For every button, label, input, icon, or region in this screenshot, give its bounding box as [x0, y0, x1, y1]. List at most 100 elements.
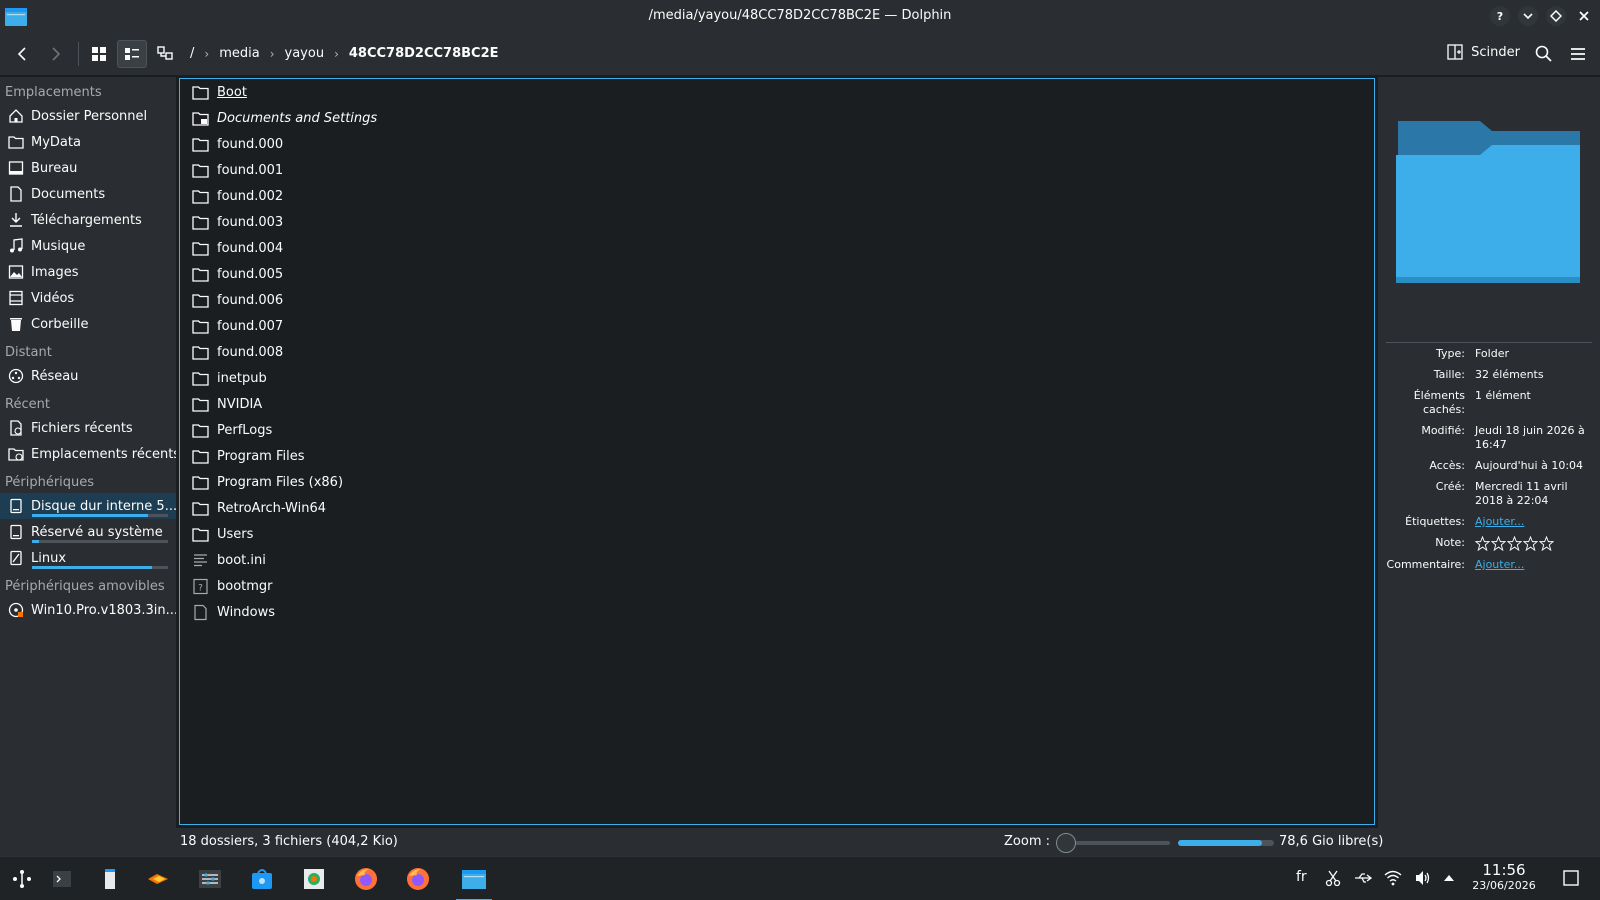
close-button[interactable]: [1574, 6, 1594, 26]
icons-view-button[interactable]: [84, 40, 114, 68]
breadcrumb-media[interactable]: media: [213, 46, 266, 61]
star-icon[interactable]: [1507, 536, 1522, 551]
folder-icon: [192, 527, 209, 542]
folder-icon: [192, 371, 209, 386]
taskbar-retroarch[interactable]: [144, 865, 172, 893]
search-icon[interactable]: [1534, 44, 1554, 64]
split-label: Scinder: [1471, 44, 1520, 60]
file-row[interactable]: found.001: [180, 157, 1374, 183]
taskbar-firefox-2[interactable]: [404, 865, 432, 893]
sidebar-item-recent-files[interactable]: Fichiers récents: [0, 415, 176, 441]
file-row[interactable]: found.008: [180, 339, 1374, 365]
minimize-button[interactable]: [1518, 6, 1538, 26]
file-row[interactable]: found.003: [180, 209, 1374, 235]
clipboard-scissors-icon[interactable]: [1324, 869, 1342, 887]
taskbar-discover[interactable]: [248, 865, 276, 893]
star-icon[interactable]: [1491, 536, 1506, 551]
sidebar-item-trash[interactable]: Corbeille: [0, 311, 176, 337]
file-row[interactable]: Documents and Settings: [180, 105, 1374, 131]
folder-icon: [192, 293, 209, 308]
arrow-left-icon: [17, 47, 26, 61]
file-row[interactable]: NVIDIA: [180, 391, 1374, 417]
drive-usage-bar: [32, 540, 168, 543]
compact-view-button[interactable]: [117, 40, 147, 68]
file-name: found.004: [217, 240, 284, 256]
keyboard-layout-indicator[interactable]: fr: [1296, 869, 1307, 885]
tray-expand-icon[interactable]: [1442, 869, 1456, 887]
sidebar-item-documents[interactable]: Documents: [0, 181, 176, 207]
metadata-value: 1 élément: [1475, 389, 1531, 402]
file-row[interactable]: PerfLogs: [180, 417, 1374, 443]
rating-stars[interactable]: [1475, 536, 1591, 551]
volume-icon[interactable]: [1414, 869, 1432, 887]
details-view-button[interactable]: [150, 40, 180, 68]
forward-button[interactable]: [40, 40, 70, 68]
file-row[interactable]: found.007: [180, 313, 1374, 339]
zoom-slider-handle[interactable]: [1056, 833, 1076, 853]
file-row[interactable]: ? bootmgr: [180, 573, 1374, 599]
wifi-icon[interactable]: [1384, 869, 1402, 887]
file-row[interactable]: found.006: [180, 287, 1374, 313]
sidebar-item-system-reserved[interactable]: Réservé au système: [0, 519, 176, 545]
star-icon[interactable]: [1475, 536, 1490, 551]
breadcrumb-yayou[interactable]: yayou: [279, 46, 331, 61]
zoom-slider[interactable]: [1060, 841, 1170, 845]
file-row[interactable]: boot.ini: [180, 547, 1374, 573]
folder-icon: [192, 397, 209, 412]
sidebar-item-videos[interactable]: Vidéos: [0, 285, 176, 311]
file-row[interactable]: Program Files: [180, 443, 1374, 469]
file-row[interactable]: RetroArch-Win64: [180, 495, 1374, 521]
firefox-icon: [407, 868, 429, 890]
sidebar-item-desktop[interactable]: Bureau: [0, 155, 176, 181]
back-button[interactable]: [8, 40, 38, 68]
show-desktop-icon[interactable]: [1562, 869, 1580, 887]
usb-icon[interactable]: [1354, 869, 1372, 887]
sidebar-item-iso-disc[interactable]: Win10.Pro.v1803.3in...: [0, 597, 176, 623]
star-icon[interactable]: [1539, 536, 1554, 551]
file-row[interactable]: Program Files (x86): [180, 469, 1374, 495]
file-row[interactable]: found.005: [180, 261, 1374, 287]
taskbar-dolphin[interactable]: [456, 865, 492, 900]
metadata-value: Mercredi 11 avril 2018 à 22:04: [1475, 480, 1568, 507]
sidebar-item-home[interactable]: Dossier Personnel: [0, 103, 176, 129]
taskbar-image-viewer[interactable]: [300, 865, 328, 893]
hamburger-menu-icon[interactable]: [1568, 44, 1588, 64]
file-row[interactable]: Windows: [180, 599, 1374, 625]
comment-add-link[interactable]: Ajouter...: [1475, 558, 1591, 572]
digital-clock[interactable]: 11:56 23/06/2026: [1462, 861, 1546, 892]
file-row[interactable]: found.000: [180, 131, 1374, 157]
sidebar-item-music[interactable]: Musique: [0, 233, 176, 259]
breadcrumb-current[interactable]: 48CC78D2CC78BC2E: [343, 46, 505, 61]
metadata-key: Accès:: [1429, 459, 1465, 472]
tags-add-link[interactable]: Ajouter...: [1475, 515, 1591, 529]
recent-places-icon: [8, 448, 24, 461]
file-view[interactable]: Boot Documents and Settings found.000 found…: [179, 78, 1375, 825]
metadata-value: 32 éléments: [1475, 368, 1544, 381]
file-row[interactable]: found.004: [180, 235, 1374, 261]
sidebar-item-images[interactable]: Images: [0, 259, 176, 285]
breadcrumb-root[interactable]: /: [184, 46, 200, 61]
sidebar-item-network[interactable]: Réseau: [0, 363, 176, 389]
taskbar-terminal[interactable]: [48, 865, 76, 893]
application-launcher[interactable]: [8, 865, 36, 893]
help-button[interactable]: ?: [1490, 6, 1510, 26]
sidebar-item-downloads[interactable]: Téléchargements: [0, 207, 176, 233]
metadata-row: Créé: Mercredi 11 avril 2018 à 22:04: [1378, 480, 1600, 508]
taskbar-text-editor[interactable]: [96, 865, 124, 893]
sidebar-item-internal-drive[interactable]: Disque dur interne 5...: [0, 493, 176, 519]
star-icon[interactable]: [1523, 536, 1538, 551]
chevron-right-icon: ›: [334, 46, 339, 61]
settings-icon: [199, 870, 221, 888]
sidebar-item-label: Win10.Pro.v1803.3in...: [31, 602, 176, 618]
file-row[interactable]: Users: [180, 521, 1374, 547]
file-row[interactable]: found.002: [180, 183, 1374, 209]
split-button[interactable]: Scinder: [1447, 44, 1520, 60]
taskbar-system-settings[interactable]: [196, 865, 224, 893]
taskbar-firefox[interactable]: [352, 865, 380, 893]
sidebar-item-linux[interactable]: Linux: [0, 545, 176, 571]
file-row[interactable]: inetpub: [180, 365, 1374, 391]
sidebar-item-mydata[interactable]: MyData: [0, 129, 176, 155]
file-row[interactable]: Boot: [180, 79, 1374, 105]
maximize-button[interactable]: [1546, 6, 1566, 26]
sidebar-item-recent-places[interactable]: Emplacements récents: [0, 441, 176, 467]
